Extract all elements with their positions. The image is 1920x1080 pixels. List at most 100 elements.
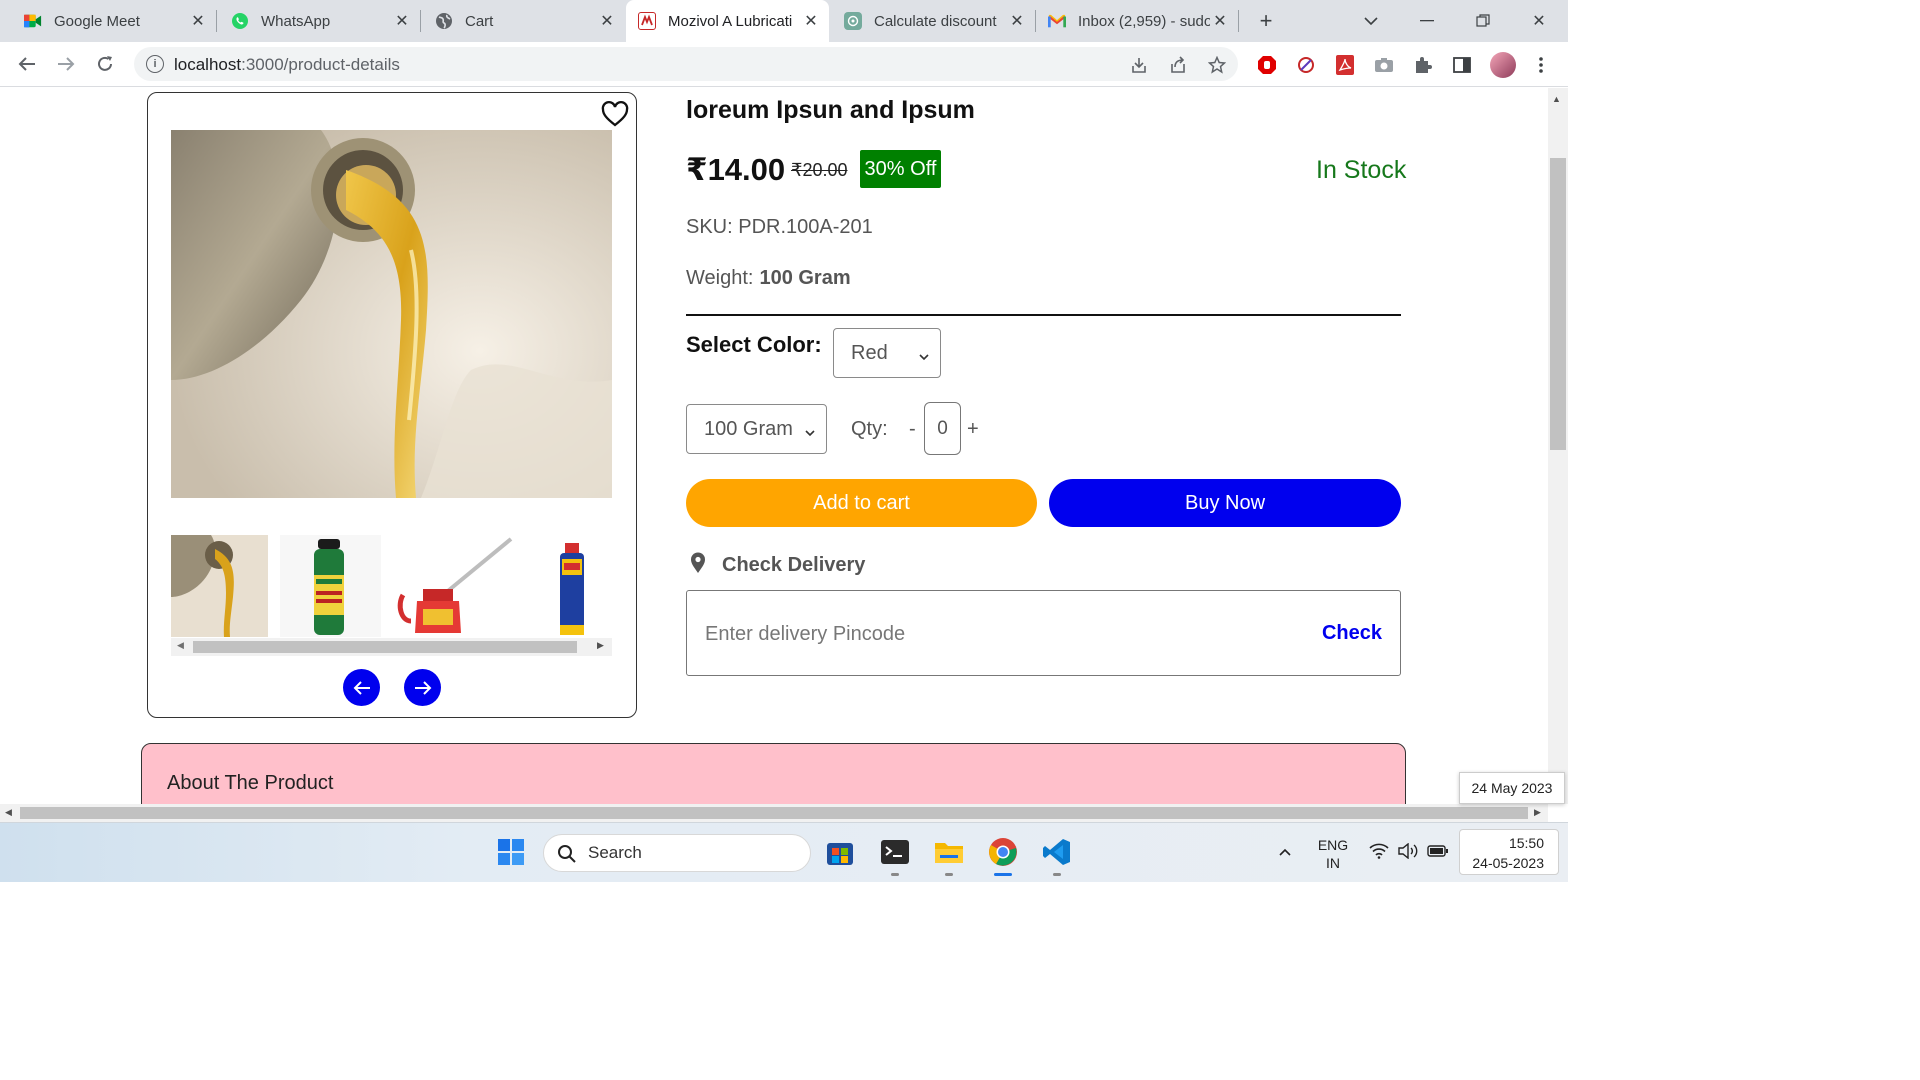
close-tab-icon[interactable]: ✕ (1007, 11, 1027, 31)
previous-image-button[interactable] (343, 669, 380, 706)
tab-search-icon[interactable] (1358, 8, 1384, 34)
globe-icon (435, 12, 453, 30)
chevron-down-icon (918, 346, 930, 361)
oil-can-thumbnail[interactable] (393, 535, 513, 637)
scroll-left-arrow-icon[interactable]: ◀ (5, 807, 12, 818)
select-color-label: Select Color: (686, 332, 822, 357)
tab-calculate-discount[interactable]: Calculate discount ✕ (830, 0, 1035, 42)
taskbar-clock[interactable]: 15:50 24-05-2023 (1459, 829, 1559, 875)
about-product-heading: About The Product (167, 772, 334, 794)
tab-title: Cart (465, 12, 494, 30)
tab-title: Mozivol A Lubricati (668, 12, 793, 30)
taskbar-search[interactable]: Search (543, 834, 811, 872)
check-pincode-button[interactable]: Check (1322, 622, 1382, 645)
reload-icon[interactable] (92, 51, 118, 77)
block-site-extension-icon[interactable] (1295, 54, 1317, 76)
vscode-icon[interactable] (1040, 835, 1074, 869)
close-tab-icon[interactable]: ✕ (801, 11, 821, 31)
size-select[interactable]: 100 Gram (686, 404, 827, 454)
tab-google-meet[interactable]: Google Meet ✕ (0, 0, 216, 42)
stock-status: In Stock (1316, 156, 1407, 184)
tab-title: Inbox (2,959) - sudo (1078, 12, 1210, 30)
running-indicator (1053, 873, 1061, 876)
close-tab-icon[interactable]: ✕ (1210, 11, 1230, 31)
microsoft-store-icon[interactable] (823, 835, 857, 869)
buy-now-button[interactable]: Buy Now (1049, 479, 1401, 527)
divider (686, 314, 1401, 316)
chatgpt-icon (844, 12, 862, 30)
size-select-value: 100 Gram (704, 417, 793, 440)
clock-time: 15:50 (1508, 835, 1544, 851)
weight-label: Weight: (686, 267, 754, 289)
pincode-input[interactable]: Enter delivery Pincode (705, 623, 905, 646)
thumbnail-scrollbar[interactable]: ◀ ▶ (171, 638, 612, 656)
color-select[interactable]: Red (833, 328, 941, 378)
close-window-icon[interactable]: ✕ (1526, 8, 1552, 34)
volume-icon[interactable] (1397, 842, 1419, 863)
scroll-right-arrow-icon[interactable]: ▶ (597, 640, 604, 651)
pincode-field[interactable]: Enter delivery Pincode Check (686, 590, 1401, 676)
adblock-extension-icon[interactable] (1256, 54, 1278, 76)
page-horizontal-scrollbar[interactable]: ◀ ▶ (0, 804, 1548, 822)
new-tab-button[interactable]: + (1254, 8, 1278, 33)
page-vertical-scrollbar[interactable]: ▲ (1548, 88, 1568, 804)
forward-icon[interactable] (53, 51, 79, 77)
tab-separator (1238, 10, 1239, 32)
close-tab-icon[interactable]: ✕ (188, 11, 208, 31)
back-icon[interactable] (14, 51, 40, 77)
close-tab-icon[interactable]: ✕ (597, 11, 617, 31)
tab-mozivol[interactable]: Mozivol A Lubricati ✕ (626, 0, 829, 42)
share-icon[interactable] (1167, 54, 1189, 76)
tab-whatsapp[interactable]: WhatsApp ✕ (217, 0, 420, 42)
scroll-right-arrow-icon[interactable]: ▶ (1534, 807, 1541, 818)
scrollbar-thumb[interactable] (1550, 158, 1566, 450)
scrollbar-thumb[interactable] (20, 807, 1528, 819)
next-image-button[interactable] (404, 669, 441, 706)
wifi-icon[interactable] (1369, 843, 1389, 863)
tab-title: WhatsApp (261, 12, 331, 30)
product-gallery: ◀ ▶ (147, 92, 637, 718)
qty-decrease-button[interactable]: - (909, 418, 916, 441)
minimize-icon[interactable] (1414, 8, 1440, 34)
site-info-icon[interactable]: i (146, 55, 164, 73)
scrollbar-thumb[interactable] (193, 641, 577, 653)
search-icon (557, 844, 577, 864)
product-price: ₹14.00 (686, 152, 786, 187)
battery-icon[interactable] (1427, 844, 1449, 862)
terminal-icon[interactable] (878, 835, 912, 869)
qty-input[interactable]: 0 (924, 402, 961, 455)
tab-title: Calculate discount (874, 12, 997, 30)
install-app-icon[interactable] (1128, 54, 1150, 76)
tab-title: Google Meet (54, 12, 140, 30)
side-panel-icon[interactable] (1451, 54, 1473, 76)
wd40-can-thumbnail[interactable] (527, 535, 612, 637)
file-explorer-icon[interactable] (932, 835, 966, 869)
qty-increase-button[interactable]: + (967, 418, 979, 441)
running-indicator (891, 873, 899, 876)
tab-cart[interactable]: Cart ✕ (421, 0, 625, 42)
graphite-lubricant-can-thumbnail[interactable] (280, 535, 381, 637)
address-bar[interactable]: i localhost:3000/product-details (134, 47, 1238, 81)
language-indicator[interactable]: ENG IN (1314, 836, 1352, 872)
tab-gmail[interactable]: Inbox (2,959) - sudo ✕ (1036, 0, 1238, 42)
browser-menu-icon[interactable] (1530, 54, 1552, 76)
language-top: ENG (1317, 837, 1349, 853)
wishlist-heart-icon[interactable] (600, 99, 630, 129)
url-text[interactable]: localhost:3000/product-details (174, 55, 400, 75)
windows-start-icon[interactable] (494, 835, 528, 869)
extensions-puzzle-icon[interactable] (1412, 54, 1434, 76)
close-tab-icon[interactable]: ✕ (392, 11, 412, 31)
page-viewport: ◀ ▶ loreum Ipsun and Ipsum ₹14.00 ₹20.00… (0, 88, 1548, 804)
screenshot-camera-icon[interactable] (1373, 54, 1395, 76)
scroll-left-arrow-icon[interactable]: ◀ (177, 640, 184, 651)
profile-avatar[interactable] (1490, 52, 1516, 78)
weight-value: 100 Gram (759, 267, 851, 289)
restore-icon[interactable] (1470, 8, 1496, 34)
scroll-up-arrow-icon[interactable]: ▲ (1552, 94, 1561, 104)
chrome-icon[interactable] (986, 835, 1020, 869)
add-to-cart-button[interactable]: Add to cart (686, 479, 1037, 527)
show-hidden-icons-chevron-icon[interactable] (1278, 843, 1292, 861)
bookmark-star-icon[interactable] (1206, 54, 1228, 76)
pdf-extension-icon[interactable] (1334, 54, 1356, 76)
oil-pour-thumbnail[interactable] (171, 535, 268, 637)
